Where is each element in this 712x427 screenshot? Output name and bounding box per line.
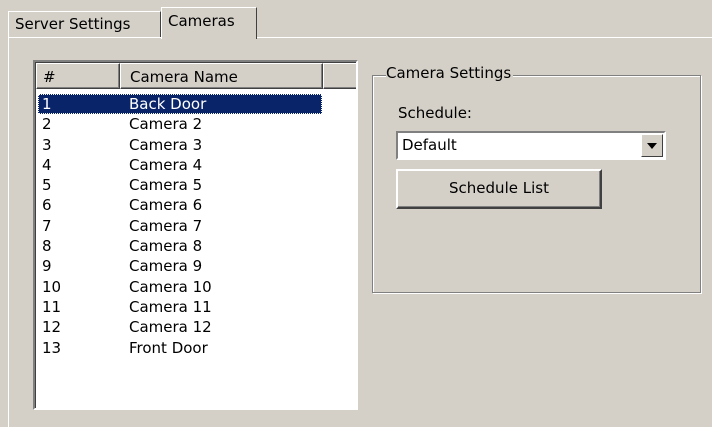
camera-row[interactable]: 4 Camera 4	[38, 155, 356, 175]
camera-row[interactable]: 1 Back Door	[38, 94, 322, 115]
camera-row-name: Camera 6	[129, 196, 203, 215]
tab-server-settings[interactable]: Server Settings	[8, 11, 161, 37]
camera-list-header: # Camera Name	[36, 63, 356, 89]
camera-row-number: 5	[42, 176, 52, 195]
camera-row-name: Camera 7	[129, 216, 203, 235]
camera-row[interactable]: 12 Camera 12	[38, 317, 356, 337]
camera-row[interactable]: 3 Camera 3	[38, 135, 356, 155]
camera-row-number: 2	[42, 115, 52, 134]
camera-row-number: 6	[42, 196, 52, 215]
camera-row[interactable]: 5 Camera 5	[38, 175, 356, 195]
schedule-list-button[interactable]: Schedule List	[396, 169, 602, 209]
camera-list[interactable]: # Camera Name 1 Back Door 2 Camera 2 3 Camera…	[33, 60, 358, 410]
camera-row-name: Camera 8	[129, 237, 203, 256]
camera-row[interactable]: 13 Front Door	[38, 338, 356, 358]
camera-row-number: 1	[42, 95, 52, 113]
camera-row[interactable]: 2 Camera 2	[38, 114, 356, 134]
camera-row-name: Camera 3	[129, 135, 203, 154]
camera-row[interactable]: 11 Camera 11	[38, 297, 356, 317]
camera-row-name: Camera 11	[129, 297, 212, 316]
camera-row-name: Camera 9	[129, 257, 203, 276]
camera-row-number: 13	[42, 338, 62, 357]
schedule-label: Schedule:	[398, 104, 472, 122]
camera-row-name: Camera 4	[129, 155, 203, 174]
camera-row-number: 11	[42, 297, 62, 316]
camera-row[interactable]: 6 Camera 6	[38, 195, 356, 215]
camera-row-name: Back Door	[129, 95, 207, 113]
dropdown-arrow-icon[interactable]	[641, 134, 663, 157]
camera-row-number: 7	[42, 216, 52, 235]
camera-row[interactable]: 10 Camera 10	[38, 277, 356, 297]
schedule-select[interactable]: Default	[396, 131, 666, 160]
camera-row-number: 12	[42, 318, 62, 337]
column-header-empty[interactable]	[323, 63, 356, 89]
column-header-camera-name[interactable]: Camera Name	[120, 63, 323, 89]
camera-row-number: 3	[42, 135, 52, 154]
tab-cameras[interactable]: Cameras	[161, 7, 257, 39]
schedule-select-value: Default	[402, 136, 457, 154]
camera-row-number: 8	[42, 237, 52, 256]
camera-row-name: Front Door	[129, 338, 208, 357]
camera-row-name: Camera 12	[129, 318, 212, 337]
camera-row-name: Camera 2	[129, 115, 203, 134]
camera-row-number: 10	[42, 277, 62, 296]
camera-settings-title: Camera Settings	[386, 64, 514, 82]
camera-row-name: Camera 10	[129, 277, 212, 296]
camera-row-number: 9	[42, 257, 52, 276]
camera-row[interactable]: 8 Camera 8	[38, 236, 356, 256]
camera-list-rows: 1 Back Door 2 Camera 2 3 Camera 3 4 Camera 4 5 Ca…	[38, 94, 356, 358]
camera-row-number: 4	[42, 155, 52, 174]
camera-row[interactable]: 7 Camera 7	[38, 216, 356, 236]
camera-row[interactable]: 9 Camera 9	[38, 256, 356, 276]
camera-row-name: Camera 5	[129, 176, 203, 195]
column-header-number[interactable]: #	[36, 63, 120, 89]
